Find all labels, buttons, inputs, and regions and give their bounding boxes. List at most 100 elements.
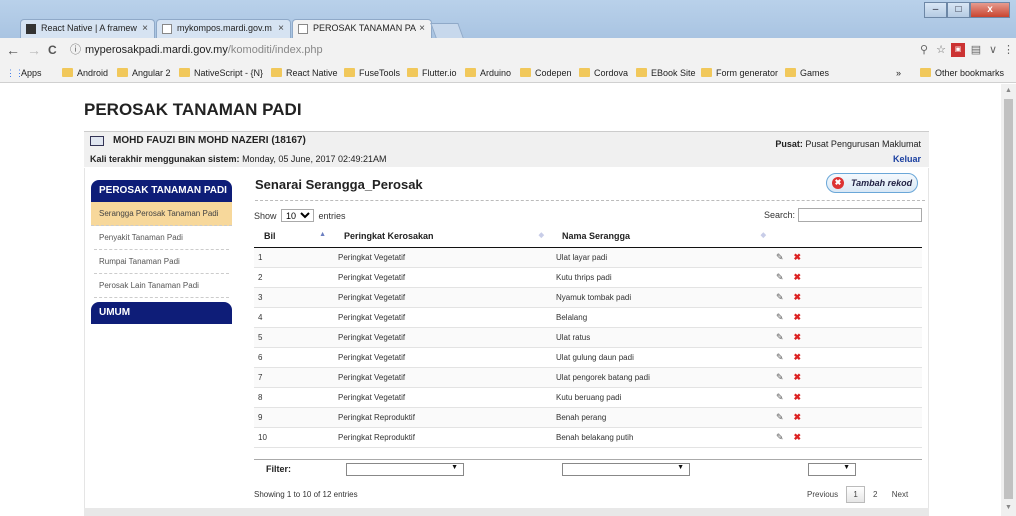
sort-asc-icon: ▲ xyxy=(319,231,326,238)
new-tab-button[interactable] xyxy=(430,23,464,38)
tab-react-native[interactable]: React Native | A framew × xyxy=(20,19,155,38)
vertical-scrollbar[interactable]: ▲ ▼ xyxy=(1001,84,1016,516)
edit-pencil-icon[interactable]: ✎ xyxy=(776,272,784,283)
tab-perosak[interactable]: PEROSAK TANAMAN PA × xyxy=(292,19,432,38)
edit-pencil-icon[interactable]: ✎ xyxy=(776,332,784,343)
url-input[interactable]: ⓘ myperosakpadi.mardi.gov.my/komoditi/ind… xyxy=(70,41,906,60)
bookmark-codepen[interactable]: Codepen xyxy=(520,67,572,79)
reload-icon[interactable]: C xyxy=(48,42,57,58)
scroll-thumb[interactable] xyxy=(1004,99,1013,499)
logout-link[interactable]: Keluar xyxy=(893,154,921,164)
bookmark-other[interactable]: Other bookmarks xyxy=(920,67,1004,79)
add-record-label: Tambah rekod xyxy=(851,178,913,188)
bookmark-apps[interactable]: ⋮⋮ Apps xyxy=(6,67,42,79)
delete-x-icon[interactable]: ✖ xyxy=(794,352,802,363)
add-record-icon: ✖ xyxy=(832,177,844,189)
delete-x-icon[interactable]: ✖ xyxy=(794,312,802,323)
add-record-button[interactable]: ✖ Tambah rekod xyxy=(826,173,918,193)
scroll-up-icon[interactable]: ▲ xyxy=(1005,87,1012,94)
column-header-nama[interactable]: Nama Serangga ◆ xyxy=(552,225,774,248)
close-window-button[interactable]: x xyxy=(970,2,1010,18)
horizontal-scrollbar[interactable] xyxy=(84,508,929,516)
edit-pencil-icon[interactable]: ✎ xyxy=(776,292,784,303)
sidebar-item-perosak-lain[interactable]: Perosak Lain Tanaman Padi xyxy=(94,274,229,298)
bookmark-games[interactable]: Games xyxy=(785,67,829,79)
sidebar-section-perosak[interactable]: PEROSAK TANAMAN PADI xyxy=(91,180,232,202)
delete-x-icon[interactable]: ✖ xyxy=(794,292,802,303)
edit-pencil-icon[interactable]: ✎ xyxy=(776,432,784,443)
edit-pencil-icon[interactable]: ✎ xyxy=(776,312,784,323)
column-header-bil[interactable]: Bil ▲ xyxy=(254,225,334,248)
bookmark-label: Flutter.io xyxy=(422,68,457,78)
tab-close-icon[interactable]: × xyxy=(142,20,148,37)
url-host: myperosakpadi.mardi.gov.my xyxy=(85,44,228,56)
scroll-down-icon[interactable]: ▼ xyxy=(1005,504,1012,511)
column-header-actions xyxy=(774,225,922,248)
edit-pencil-icon[interactable]: ✎ xyxy=(776,352,784,363)
cell-bil: 6 xyxy=(254,347,334,368)
next-page-button[interactable]: Next xyxy=(886,487,914,502)
extension-red-icon[interactable]: ▣ xyxy=(951,43,965,57)
info-icon[interactable]: ⓘ xyxy=(70,44,81,56)
sidebar-section-umum[interactable]: UMUM xyxy=(91,302,232,324)
delete-x-icon[interactable]: ✖ xyxy=(794,252,802,263)
delete-x-icon[interactable]: ✖ xyxy=(794,412,802,423)
bookmark-android[interactable]: Android xyxy=(62,67,108,79)
maximize-button[interactable]: □ xyxy=(947,2,970,18)
bookmark-ebook[interactable]: EBook Site xyxy=(636,67,696,79)
edit-pencil-icon[interactable]: ✎ xyxy=(776,252,784,263)
folder-icon xyxy=(271,68,282,77)
menu-dots-icon[interactable]: ⋮ xyxy=(1003,43,1014,57)
cell-bil: 1 xyxy=(254,247,334,268)
forward-arrow-icon[interactable]: → xyxy=(27,42,41,58)
extension-icon[interactable]: ⚲ xyxy=(917,43,931,57)
filter-action-select[interactable]: ▼ xyxy=(808,463,856,476)
page-favicon-icon xyxy=(298,24,308,34)
cell-peringkat: Peringkat Vegetatif xyxy=(334,327,552,348)
bookmark-label: Other bookmarks xyxy=(935,68,1005,78)
cell-peringkat: Peringkat Vegetatif xyxy=(334,287,552,308)
bookmark-flutter[interactable]: Flutter.io xyxy=(407,67,457,79)
bookmark-fusetools[interactable]: FuseTools xyxy=(344,67,400,79)
bookmark-star-icon[interactable]: ☆ xyxy=(934,43,948,57)
cell-nama: Ulat pengorek batang padi xyxy=(552,367,774,388)
bookmark-react-native[interactable]: React Native xyxy=(271,67,338,79)
page-length-select[interactable]: 10 xyxy=(281,209,315,222)
column-header-peringkat[interactable]: Peringkat Kerosakan ◆ xyxy=(334,225,552,248)
sidebar-item-rumpai[interactable]: Rumpai Tanaman Padi xyxy=(94,250,229,274)
page-2-button[interactable]: 2 xyxy=(867,487,883,502)
tab-mykompos[interactable]: mykompos.mardi.gov.m × xyxy=(156,19,291,38)
filter-nama-select[interactable]: ▼ xyxy=(562,463,690,476)
bookmark-form-generator[interactable]: Form generator xyxy=(701,67,778,79)
delete-x-icon[interactable]: ✖ xyxy=(794,432,802,443)
edit-pencil-icon[interactable]: ✎ xyxy=(776,372,784,383)
bookmarks-more-icon[interactable]: » xyxy=(896,67,901,79)
delete-x-icon[interactable]: ✖ xyxy=(794,272,802,283)
filter-peringkat-select[interactable]: ▼ xyxy=(346,463,464,476)
extension-v-icon[interactable]: ∨ xyxy=(986,43,1000,57)
delete-x-icon[interactable]: ✖ xyxy=(794,332,802,343)
bookmark-arduino[interactable]: Arduino xyxy=(465,67,511,79)
delete-x-icon[interactable]: ✖ xyxy=(794,372,802,383)
tab-close-icon[interactable]: × xyxy=(419,20,425,37)
chevron-down-icon: ▼ xyxy=(677,464,684,471)
sidebar-item-serangga[interactable]: Serangga Perosak Tanaman Padi xyxy=(91,202,232,226)
page-1-button[interactable]: 1 xyxy=(846,486,865,503)
search-input[interactable] xyxy=(798,208,922,222)
extension-gray-icon[interactable]: ▤ xyxy=(969,43,983,57)
tab-close-icon[interactable]: × xyxy=(278,20,284,37)
back-arrow-icon[interactable]: ← xyxy=(6,42,20,58)
table-row: 5 Peringkat Vegetatif Ulat ratus ✎ ✖ xyxy=(254,327,922,348)
previous-page-button[interactable]: Previous xyxy=(801,487,844,502)
delete-x-icon[interactable]: ✖ xyxy=(794,392,802,403)
edit-pencil-icon[interactable]: ✎ xyxy=(776,392,784,403)
bookmark-cordova[interactable]: Cordova xyxy=(579,67,628,79)
bookmark-nativescript[interactable]: NativeScript - {N} xyxy=(179,67,263,79)
sidebar-item-penyakit[interactable]: Penyakit Tanaman Padi xyxy=(94,226,229,250)
cell-peringkat: Peringkat Vegetatif xyxy=(334,387,552,408)
cell-actions: ✎ ✖ xyxy=(774,387,922,408)
bookmark-angular[interactable]: Angular 2 xyxy=(117,67,171,79)
edit-pencil-icon[interactable]: ✎ xyxy=(776,412,784,423)
minimize-button[interactable]: – xyxy=(924,2,947,18)
bookmark-label: Android xyxy=(77,68,109,78)
